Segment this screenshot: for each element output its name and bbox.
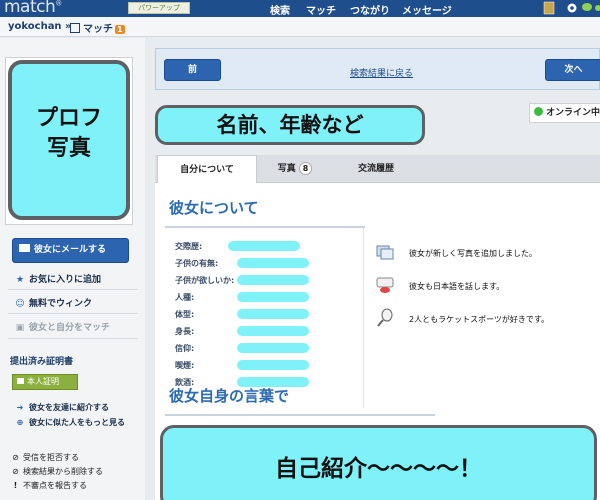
header-icons [543,1,600,15]
column-divider [363,228,364,408]
profile-tabs: 自分について 写真 8 交流履歴 [155,155,600,183]
attr-children-label: 子供の有無: [175,259,219,268]
block-link[interactable]: ⊘ 受信を拒否する [12,452,79,463]
find-similar-link[interactable]: ⊕ 彼女に似た人をもっと見る [14,417,125,428]
send-email-button[interactable]: 彼女にメールする [12,238,129,263]
match-icon: ▣ [15,323,25,333]
photo-placeholder-line2: 写真 [46,136,91,161]
tab-about[interactable]: 自分について [157,155,257,183]
arrow-right-icon: ➜ [16,403,24,412]
magnifier-icon: ⊕ [16,418,24,427]
profile-photo[interactable]: プロフ 写真 [8,60,130,220]
attr-want-children-label: 子供が欲しいか: [175,276,235,285]
attr-body-type-value [237,309,309,319]
nav-search[interactable]: 検索 [270,2,290,17]
heading-underline [165,226,365,228]
attr-religion-value [237,343,309,353]
attr-smoking-label: 喫煙: [175,361,195,370]
photo-placeholder-line1: プロフ [35,106,102,131]
heading-underline [165,414,435,416]
tab-photos[interactable]: 写真 8 [259,155,331,183]
powerup-button[interactable]: パワーアップ [128,2,190,14]
match-label: マッチ [83,24,113,35]
certificates-title: 提出済み証明書 [10,357,74,367]
match-count-badge: 1 [115,25,125,34]
next-button[interactable]: 次へ [545,59,600,81]
match-link[interactable]: マッチ 1 [70,20,125,35]
username-link[interactable]: yokochan » [8,21,72,32]
remove-from-results-link[interactable]: ⊘ 検索結果から削除する [12,466,103,477]
nav-connections[interactable]: つながり [350,2,390,17]
top-navigation-bar: match® パワーアップ 検索 マッチ つながり メッセージ [0,0,600,17]
match-with-you-link[interactable]: ▣ 彼女と自分をマッチ [14,320,110,333]
left-sidebar: プロフ 写真 彼女にメールする ★ お気に入りに追加 ☺ 無料でウィンク ▣ 彼女と自… [0,38,145,500]
about-heading: 彼女について [169,199,259,217]
report-link[interactable]: ! 不審点を報告する [14,480,87,491]
wink-icon: ☺ [15,299,25,309]
attr-body-type-label: 体型: [175,310,195,319]
attr-relationship-value [228,241,300,251]
photo-icon [376,245,394,260]
racket-icon [377,308,393,327]
attr-want-children-value [237,275,309,285]
attr-ethnicity-value [237,292,309,302]
back-to-results-link[interactable]: 検索結果に戻る [350,66,413,79]
user-avatar-icon [543,1,555,15]
result-pager: 前 検索結果に戻る 次へ [155,48,600,90]
online-status-badge: オンライン中 [529,103,600,123]
photo-count-badge: 8 [298,162,313,175]
exclamation-icon: ! [13,481,18,490]
online-dot-icon [534,107,543,116]
self-introduction-placeholder: 自己紹介〜〜〜〜！ [160,425,597,500]
block-icon: ⊘ [12,467,19,476]
attr-relationship-label: 交際歴: [175,242,203,251]
nav-match[interactable]: マッチ [306,2,336,17]
match-logo[interactable]: match® [4,0,62,17]
chat-icon [582,3,592,11]
add-favorite-link[interactable]: ★ お気に入りに追加 [14,272,101,285]
nav-messages[interactable]: メッセージ [402,2,452,17]
attr-children-value [237,258,309,268]
star-icon: ★ [15,275,25,285]
attr-height-value [237,326,309,336]
sub-navigation-bar: yokochan » マッチ 1 [0,17,600,37]
speech-icon [376,277,394,293]
tab-history[interactable]: 交流履歴 [335,155,417,183]
attr-smoking-value [237,360,309,370]
attr-height-label: 身長: [175,327,195,336]
divider [8,289,138,290]
id-card-icon [17,378,24,384]
identity-verified-badge[interactable]: 本人証明 [12,374,78,390]
own-words-heading: 彼女自身の言葉で [169,387,290,405]
calendar-icon [70,23,80,33]
introduce-friend-link[interactable]: ➜ 彼女を友達に紹介する [14,402,109,413]
name-age-placeholder: 名前、年齢など [155,105,425,145]
attr-religion-label: 信仰: [175,344,195,353]
envelope-icon [19,244,30,252]
prev-button[interactable]: 前 [164,59,221,81]
wink-link[interactable]: ☺ 無料でウィンク [14,296,92,309]
divider [8,313,138,314]
block-icon: ⊘ [12,453,19,462]
attr-ethnicity-label: 人種: [175,293,195,302]
divider [8,338,138,339]
